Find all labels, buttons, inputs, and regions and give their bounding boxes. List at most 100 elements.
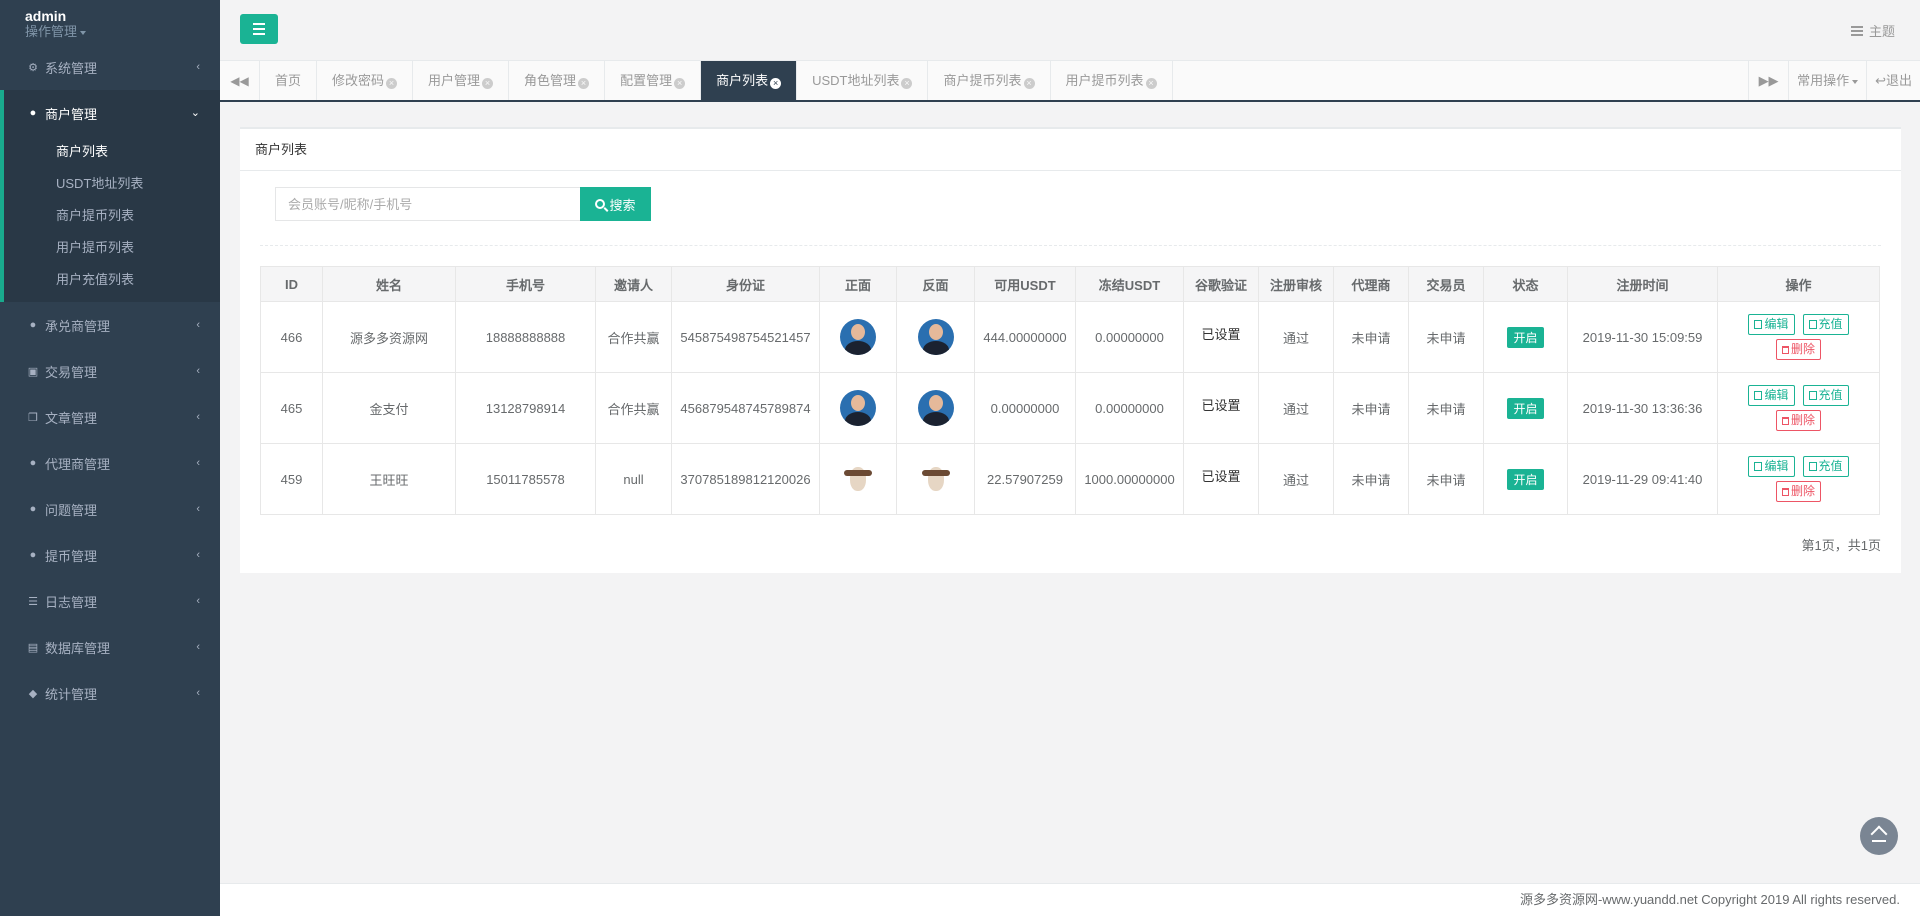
caret-down-icon <box>80 30 87 35</box>
tab-1[interactable]: 修改密码 × <box>317 61 414 100</box>
sidebar-subitem-1[interactable]: USDT地址列表 <box>4 168 220 200</box>
pagination-info: 第1页，共1页 <box>1801 538 1881 553</box>
tab-7[interactable]: 商户提币列表 × <box>928 61 1051 100</box>
column-header: ID <box>260 266 323 302</box>
sidebar-item-after-7[interactable]: ▤ 数据库管理 ‹ <box>0 624 220 670</box>
cell-frozen: 0.00000000 <box>1075 372 1184 444</box>
id-photo-back[interactable] <box>917 390 954 426</box>
delete-button[interactable]: 删除 <box>1775 339 1821 360</box>
recharge-button[interactable]: 充值 <box>1802 314 1849 335</box>
cell-review: 通过 <box>1258 301 1334 373</box>
recharge-button[interactable]: 充值 <box>1802 385 1849 406</box>
id-photo-back[interactable] <box>917 319 954 355</box>
menu-toggle-button[interactable] <box>240 14 278 44</box>
close-icon[interactable]: × <box>770 78 782 89</box>
cell-google: 已设置 <box>1183 372 1259 444</box>
status-badge[interactable]: 开启 <box>1507 468 1544 490</box>
close-icon[interactable]: × <box>386 78 398 89</box>
sidebar-item-after-5[interactable]: ● 提币管理 ‹ <box>0 532 220 578</box>
cell-back <box>896 301 975 373</box>
cell-front <box>819 372 897 444</box>
sidebar-item-after-1[interactable]: ▣ 交易管理 ‹ <box>0 348 220 394</box>
copy-icon: ❐ <box>28 411 38 424</box>
cell-id: 465 <box>260 372 323 444</box>
close-icon[interactable]: × <box>1145 78 1157 89</box>
sidebar-item-after-6[interactable]: ☰ 日志管理 ‹ <box>0 578 220 624</box>
status-badge[interactable]: 开启 <box>1507 326 1544 348</box>
id-photo-back[interactable] <box>918 461 954 497</box>
cell-frozen: 1000.00000000 <box>1075 443 1184 515</box>
id-photo-front[interactable] <box>840 390 876 426</box>
column-header: 代理商 <box>1333 266 1409 302</box>
cell-google: 已设置 <box>1183 301 1259 373</box>
edit-button[interactable]: 编辑 <box>1748 314 1795 335</box>
caret-down-icon <box>1852 79 1859 84</box>
cell-inviter: 合作共赢 <box>595 372 672 444</box>
id-photo-front[interactable] <box>840 319 876 355</box>
recharge-icon <box>1808 391 1817 400</box>
trash-icon <box>1781 346 1789 354</box>
close-icon[interactable]: × <box>578 78 590 89</box>
search-button[interactable]: 搜索 <box>580 187 651 221</box>
theme-button[interactable]: 主题 <box>1850 21 1895 40</box>
sidebar-item-before-0[interactable]: ⚙ 系统管理 ‹ <box>0 44 220 90</box>
sidebar-item-after-2[interactable]: ❐ 文章管理 ‹ <box>0 394 220 440</box>
column-header: 手机号 <box>455 266 596 302</box>
edit-icon <box>1754 462 1763 471</box>
tab-0[interactable]: 首页 <box>260 61 318 100</box>
tab-scroll-right-button[interactable]: ▶▶ <box>1748 61 1788 100</box>
tab-6[interactable]: USDT地址列表 × <box>797 61 929 100</box>
tab-3[interactable]: 角色管理 × <box>509 61 606 100</box>
cell-name: 王旺旺 <box>322 443 456 515</box>
sidebar-item-merchant[interactable]: ● 商户管理 ⌄ <box>4 90 220 136</box>
cell-actions: 编辑 充值删除 <box>1717 301 1880 373</box>
trash-icon <box>1781 417 1789 425</box>
cell-usdt: 444.00000000 <box>974 301 1076 373</box>
sidebar-item-after-8[interactable]: ◆ 统计管理 ‹ <box>0 670 220 716</box>
sidebar-subitem-4[interactable]: 用户充值列表 <box>4 264 220 296</box>
sidebar-subitem-3[interactable]: 用户提币列表 <box>4 232 220 264</box>
close-icon[interactable]: × <box>1023 78 1035 89</box>
sidebar-subitem-0[interactable]: 商户列表 <box>4 136 220 168</box>
sidebar-item-after-0[interactable]: ● 承兑商管理 ‹ <box>0 302 220 348</box>
merchant-table: ID 姓名 手机号 邀请人 身份证 正面 反面 可用USDT 冻结USDT 谷歌验证 注册审核 代理商… <box>260 266 1880 515</box>
table-row: 465 金支付 13128798914 合作共赢 456879548745789874 0… <box>260 372 1880 444</box>
image-icon: ▣ <box>27 365 39 378</box>
recharge-button[interactable]: 充值 <box>1802 456 1849 477</box>
close-icon[interactable]: × <box>674 78 686 89</box>
sidebar-subitem-2[interactable]: 商户提币列表 <box>4 200 220 232</box>
recharge-icon <box>1808 320 1817 329</box>
close-icon[interactable]: × <box>901 78 913 89</box>
tab-2[interactable]: 用户管理 × <box>413 61 510 100</box>
delete-button[interactable]: 删除 <box>1775 481 1821 502</box>
cell-name: 金支付 <box>322 372 456 444</box>
search-input[interactable] <box>275 187 580 221</box>
delete-button[interactable]: 删除 <box>1775 410 1821 431</box>
id-photo-front[interactable] <box>840 461 876 497</box>
sidebar-item-after-3[interactable]: ● 代理商管理 ‹ <box>0 440 220 486</box>
close-icon[interactable]: × <box>482 78 494 89</box>
chevron-left-icon: ‹ <box>196 61 200 73</box>
panel-title: 商户列表 <box>240 127 1901 171</box>
cell-time: 2019-11-29 09:41:40 <box>1567 443 1718 515</box>
chevron-down-icon: ⌄ <box>190 107 200 119</box>
edit-button[interactable]: 编辑 <box>1748 456 1795 477</box>
common-ops-dropdown[interactable]: 常用操作 <box>1788 61 1866 100</box>
back-to-top-button[interactable] <box>1860 817 1898 855</box>
user-icon: ● <box>29 549 37 561</box>
chevron-left-icon: ‹ <box>196 457 200 469</box>
logout-button[interactable]: ↩退出 <box>1866 61 1920 100</box>
tab-4[interactable]: 配置管理 × <box>605 61 702 100</box>
status-badge[interactable]: 开启 <box>1507 397 1544 419</box>
arrow-up-icon <box>1872 830 1886 842</box>
tab-scroll-left-button[interactable]: ◀◀ <box>220 61 260 100</box>
recharge-icon <box>1808 462 1817 471</box>
tab-8[interactable]: 用户提币列表 × <box>1051 61 1173 100</box>
sidebar-item-after-4[interactable]: ● 问题管理 ‹ <box>0 486 220 532</box>
user-profile[interactable]: admin 操作管理 <box>0 0 220 44</box>
user-role-dropdown[interactable]: 操作管理 <box>25 24 220 40</box>
edit-button[interactable]: 编辑 <box>1748 385 1795 406</box>
tab-5[interactable]: 商户列表 × <box>701 61 798 100</box>
cell-review: 通过 <box>1258 443 1334 515</box>
column-header: 交易员 <box>1408 266 1484 302</box>
